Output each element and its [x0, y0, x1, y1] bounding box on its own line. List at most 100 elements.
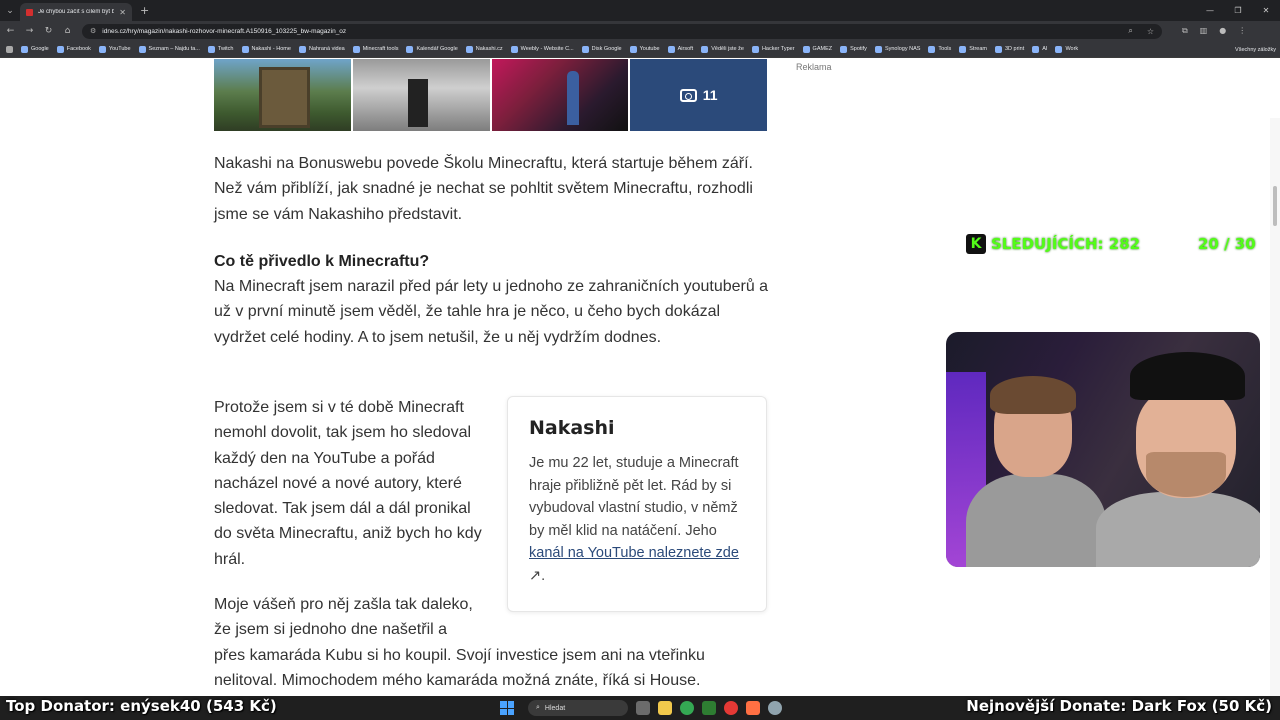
bookmark-favicon-icon [298, 45, 306, 53]
bookmark-favicon-icon [1032, 45, 1040, 53]
bookmark-favicon-icon [98, 45, 106, 53]
bookmark-favicon-icon [959, 45, 967, 53]
bookmark-favicon-icon [667, 45, 675, 53]
gallery-image-1[interactable] [214, 59, 351, 131]
camera-icon [679, 88, 697, 102]
bookmark-item[interactable]: Weebly - Website C... [510, 45, 574, 53]
bookmark-item[interactable]: Nahraná videa [298, 45, 345, 53]
bookmark-label: GAMEZ [812, 46, 833, 52]
paragraph-answer-3-part-2: přes kamaráda Kubu si ho koupil. Svojí i… [214, 646, 705, 689]
xbox-icon[interactable] [702, 701, 716, 715]
bookmark-item[interactable]: Nakashi - Home [241, 45, 291, 53]
minimize-icon[interactable]: — [1196, 0, 1224, 21]
bookmark-item[interactable]: Work [1055, 45, 1078, 53]
taskbar-search-label: Hledat [544, 704, 566, 712]
bookmark-item[interactable]: AI [1032, 45, 1048, 53]
profile-icon[interactable]: ● [1219, 26, 1226, 36]
bookmark-item[interactable]: 3D print [994, 45, 1025, 53]
reload-icon[interactable]: ↻ [44, 26, 53, 36]
bookmark-favicon-icon [701, 45, 709, 53]
bookmark-label: Disk Google [591, 46, 622, 52]
site-info-icon[interactable]: ⚙ [90, 27, 96, 35]
youtube-channel-link[interactable]: kanál na YouTube naleznete zde [529, 545, 739, 561]
bookmark-item[interactable]: Věděli jste že [701, 45, 744, 53]
bookmark-item[interactable]: Twitch [207, 45, 234, 53]
gallery-count: 11 [702, 87, 718, 103]
streamer-left [966, 376, 1106, 567]
bookmark-item[interactable]: Facebook [56, 45, 91, 53]
bookmark-label: Youtube [639, 46, 660, 52]
zoom-icon[interactable]: ⌕ [1128, 26, 1132, 36]
bookmark-label: Kalendář Google [416, 46, 458, 52]
windows-start-icon[interactable] [500, 701, 514, 715]
bookmark-item[interactable]: Kalendář Google [406, 45, 458, 53]
scrollbar-thumb[interactable] [1273, 186, 1277, 226]
task-view-icon[interactable] [636, 701, 650, 715]
app-icon[interactable] [768, 701, 782, 715]
scrollbar[interactable] [1270, 118, 1280, 696]
bookmark-item[interactable]: YouTube [98, 45, 131, 53]
all-bookmarks-button[interactable]: Všechny záložky [1229, 41, 1276, 57]
bookmark-favicon-icon [751, 45, 759, 53]
bookmark-label: Tools [938, 46, 952, 52]
bookmark-item[interactable]: Airsoft [667, 45, 693, 53]
home-icon[interactable]: ⌂ [63, 26, 72, 36]
kick-logo-icon: K [966, 234, 986, 254]
app-icon[interactable] [724, 701, 738, 715]
bookmark-star-icon[interactable]: ☆ [1147, 27, 1154, 36]
profile-box-title: Nakashi [529, 417, 615, 439]
bookmark-label: Synology NAS [884, 46, 921, 52]
bookmark-item[interactable]: Disk Google [581, 45, 622, 53]
bookmark-item[interactable]: Synology NAS [874, 45, 921, 53]
bookmark-item[interactable]: Youtube [629, 45, 660, 53]
bookmark-favicon-icon [406, 45, 414, 53]
app-icon[interactable] [746, 701, 760, 715]
bookmark-favicon-icon [352, 45, 360, 53]
chrome-icon[interactable] [680, 701, 694, 715]
bookmark-label: AI [1042, 46, 1048, 52]
window-controls: — ❐ ✕ [1196, 0, 1280, 21]
gallery-image-2[interactable] [352, 59, 490, 131]
gallery-more[interactable]: 11 [630, 59, 767, 131]
bookmark-item[interactable]: Tools [928, 45, 952, 53]
paragraph-answer-3-part-1: Moje vášeň pro něj zašla tak daleko, že … [214, 596, 473, 639]
file-explorer-icon[interactable] [658, 701, 672, 715]
bookmark-label: 3D print [1004, 46, 1025, 52]
bookmark-item[interactable]: Spotify [840, 45, 867, 53]
tab-search-icon[interactable]: ⌄ [0, 0, 20, 21]
close-tab-icon[interactable]: ✕ [119, 8, 126, 17]
gallery-image-3[interactable] [491, 59, 629, 131]
omnibox[interactable]: ⚙ idnes.cz/hry/magazin/nakashi-rozhovor-… [82, 23, 1162, 39]
bookmark-label: YouTube [108, 46, 131, 52]
maximize-icon[interactable]: ❐ [1224, 0, 1252, 21]
new-tab-icon[interactable]: + [140, 4, 149, 17]
bookmark-item[interactable]: GAMEZ [802, 45, 833, 53]
bookmark-item[interactable]: Google [21, 45, 49, 53]
extensions-icon[interactable]: ⧉ [1182, 26, 1188, 36]
bookmark-label: Věděli jste že [711, 46, 744, 52]
profile-box: Nakashi Je mu 22 let, studuje a Minecraf… [507, 396, 767, 612]
bookmark-item[interactable]: Stream [959, 45, 987, 53]
bookmark-favicon-icon [241, 45, 249, 53]
forward-icon[interactable]: → [25, 26, 34, 36]
profile-box-body: Je mu 22 let, studuje a Minecraft hraje … [529, 455, 739, 539]
bookmarks-bar: Google Facebook YouTube Seznam – Najdu ta..… [0, 41, 1280, 58]
bookmark-label: Google [31, 46, 49, 52]
close-window-icon[interactable]: ✕ [1252, 0, 1280, 21]
follower-counter: K SLEDUJÍCÍCH: 282 [966, 234, 1140, 254]
tab-title: Je chybou začít s cílem být bohatý... [38, 9, 115, 15]
back-icon[interactable]: ← [6, 26, 15, 36]
bookmark-item[interactable]: Minecraft tools [352, 45, 398, 53]
bookmark-favicon-icon [581, 45, 589, 53]
apps-icon[interactable] [6, 45, 13, 53]
sidepanel-icon[interactable]: ▥ [1200, 26, 1208, 36]
paragraph-answer-1: Na Minecraft jsem narazil před pár lety … [214, 278, 769, 346]
bookmark-item[interactable]: Hacker Typer [751, 45, 795, 53]
browser-tab[interactable]: Je chybou začít s cílem být bohatý... ✕ [20, 3, 132, 21]
menu-icon[interactable]: ⋮ [1238, 26, 1246, 36]
bookmark-item[interactable]: Nakashi.cz [465, 45, 503, 53]
url-text[interactable]: idnes.cz/hry/magazin/nakashi-rozhovor-mi… [102, 28, 1122, 35]
taskbar-search[interactable]: ⌕ Hledat [528, 700, 628, 716]
bookmark-label: Hacker Typer [761, 46, 795, 52]
bookmark-item[interactable]: Seznam – Najdu ta... [138, 45, 200, 53]
